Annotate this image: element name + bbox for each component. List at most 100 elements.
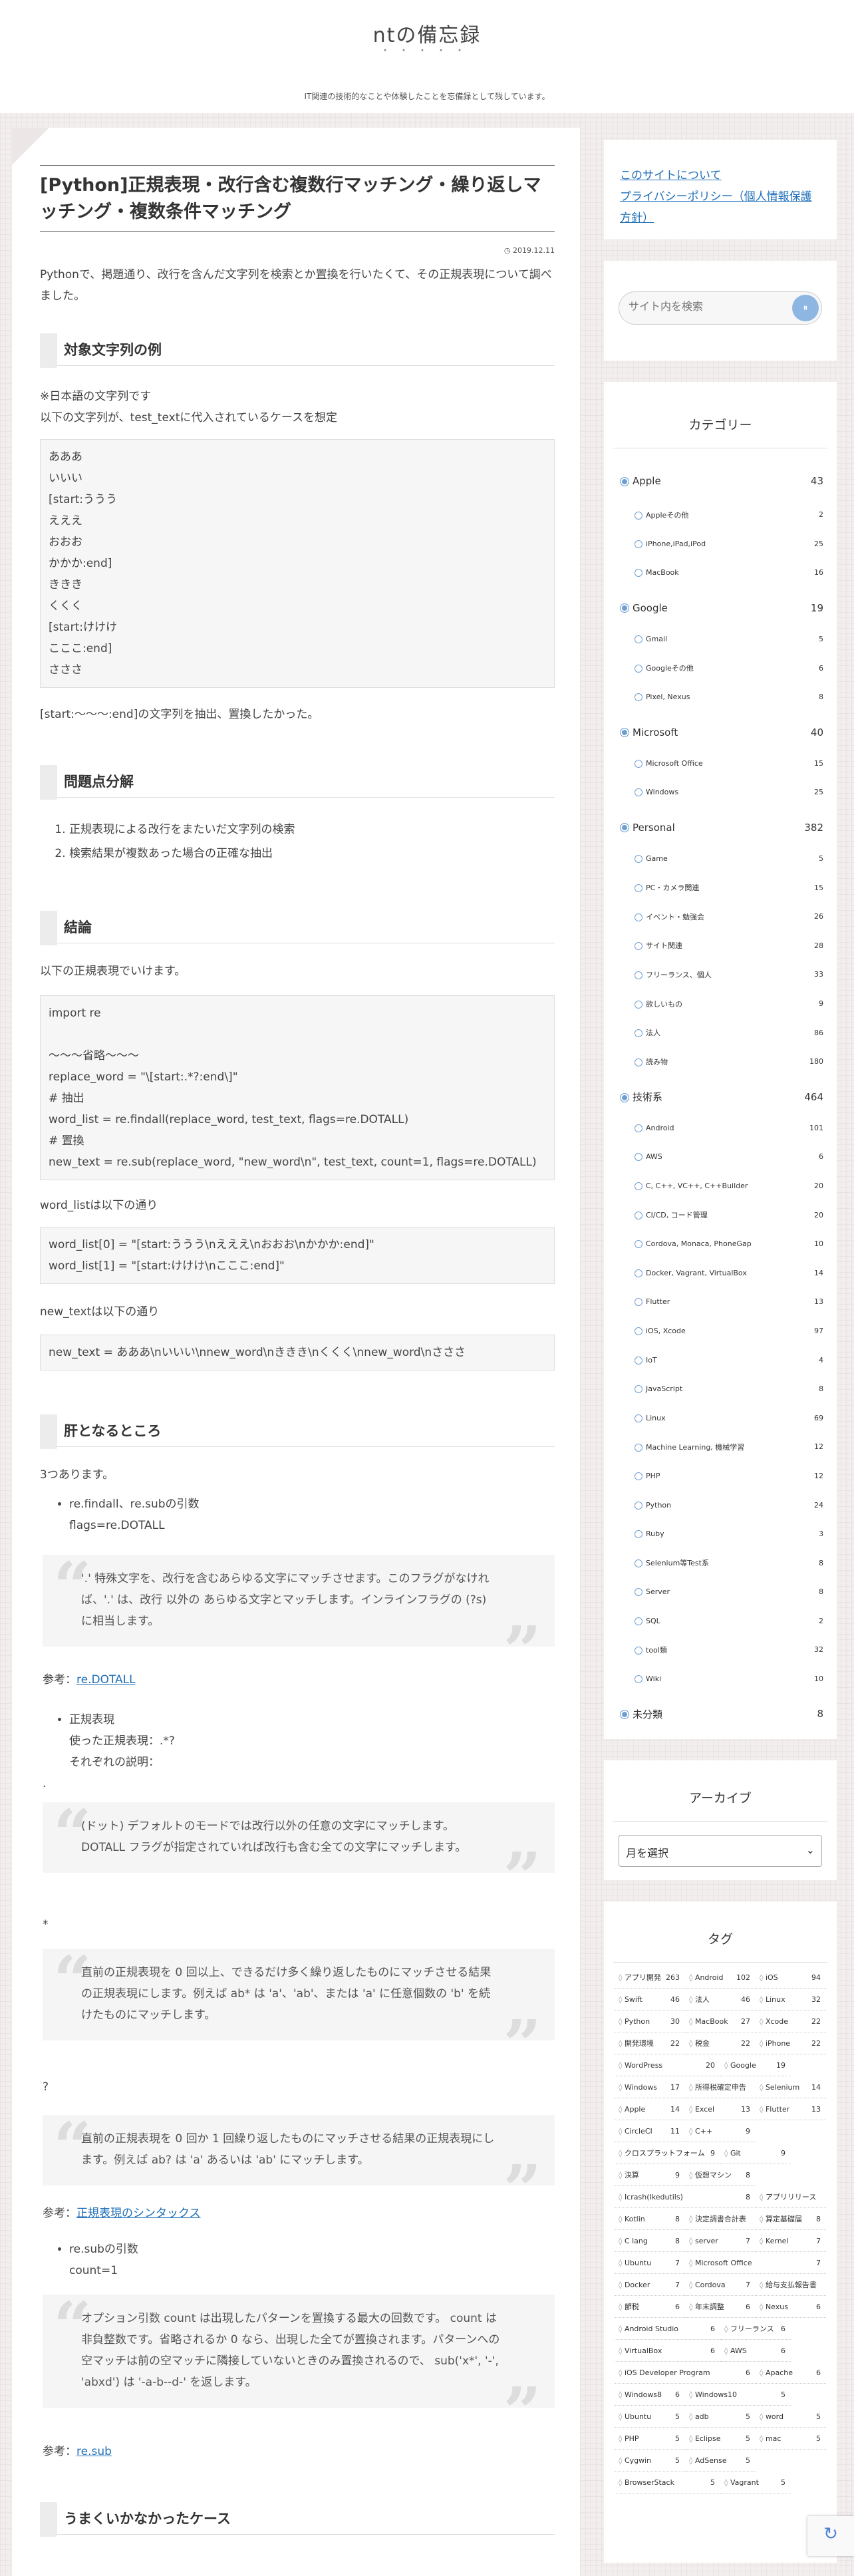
search-button[interactable]: ⏸ [792, 295, 819, 321]
tag-item[interactable]: ◊ server 7 [685, 2230, 756, 2252]
tag-item[interactable]: ◊ Docker 7 [615, 2274, 685, 2296]
tag-item[interactable]: ◊ adb 5 [685, 2406, 756, 2428]
category-item[interactable]: Windows 25 [620, 778, 823, 807]
tag-item[interactable]: ◊ mac 5 [756, 2428, 826, 2450]
tag-item[interactable]: ◊ 法人 46 [685, 1989, 756, 2011]
category-item[interactable]: iOS, Xcode 97 [620, 1317, 823, 1346]
category-item[interactable]: Wiki 10 [620, 1665, 823, 1694]
tag-item[interactable]: ◊ Windows 17 [615, 2076, 685, 2098]
tag-item[interactable]: ◊ 決定調書合計表8 [685, 2208, 756, 2230]
tag-item[interactable]: ◊ Android 102 [685, 1967, 756, 1989]
category-item[interactable]: Linux 69 [620, 1403, 823, 1432]
category-item[interactable]: SQL 2 [620, 1607, 823, 1636]
tag-item[interactable]: ◊ C lang 8 [615, 2230, 685, 2252]
tag-item[interactable]: ◊ PHP 5 [615, 2428, 685, 2450]
category-item[interactable]: Microsoft 40 [620, 716, 823, 749]
search-input[interactable] [629, 300, 788, 313]
tag-item[interactable]: ◊ Icrash(Ikedutils) 8 [615, 2186, 756, 2208]
category-item[interactable]: JavaScript 8 [620, 1374, 823, 1404]
category-item[interactable]: Game 5 [620, 844, 823, 874]
category-item[interactable]: iPhone,iPad,iPod 25 [620, 530, 823, 559]
tag-item[interactable]: ◊ Microsoft Office 7 [685, 2252, 826, 2274]
tag-item[interactable]: ◊ VirtualBox 6 [615, 2340, 720, 2362]
category-item[interactable]: Cordova, Monaca, PhoneGap 10 [620, 1229, 823, 1259]
category-item[interactable]: Ruby 3 [620, 1520, 823, 1549]
reference-link-dotall[interactable]: re.DOTALL [76, 1673, 136, 1687]
tag-item[interactable]: ◊ 算定基礎届 8 [756, 2208, 826, 2230]
category-item[interactable]: C, C++, VC++, C++Builder 20 [620, 1172, 823, 1201]
tag-item[interactable]: ◊ Swift 46 [615, 1989, 685, 2011]
category-item[interactable]: Docker, Vagrant, VirtualBox 14 [620, 1258, 823, 1287]
category-item[interactable]: Selenium等Test系 8 [620, 1548, 823, 1577]
category-item[interactable]: フリーランス、個人 33 [620, 960, 823, 989]
tag-item[interactable]: ◊ Vagrant 5 [720, 2472, 791, 2494]
category-item[interactable]: AWS 6 [620, 1142, 823, 1172]
category-item[interactable]: Machine Learning, 機械学習 12 [620, 1432, 823, 1462]
tag-item[interactable]: ◊ AWS 6 [720, 2340, 791, 2362]
tag-item[interactable]: ◊ Flutter 13 [756, 2098, 826, 2120]
tag-item[interactable]: ◊ Kernel 7 [756, 2230, 826, 2252]
category-item[interactable]: 未分類 8 [620, 1697, 823, 1730]
tag-item[interactable]: ◊ word 5 [756, 2406, 826, 2428]
tag-item[interactable]: ◊ iOS 94 [756, 1967, 826, 1989]
tag-item[interactable]: ◊ 決算 9 [615, 2164, 685, 2186]
category-item[interactable]: tool類 32 [620, 1635, 823, 1665]
tag-item[interactable]: ◊ iOS Developer Program 6 [615, 2362, 756, 2384]
category-item[interactable]: Personal 382 [620, 811, 823, 844]
category-item[interactable]: CI/CD, コード管理 20 [620, 1200, 823, 1229]
category-item[interactable]: Google 19 [620, 591, 823, 625]
category-item[interactable]: Server 8 [620, 1577, 823, 1607]
category-item[interactable]: IoT 4 [620, 1345, 823, 1374]
tag-item[interactable]: ◊ Ubuntu 7 [615, 2252, 685, 2274]
tag-item[interactable]: ◊ Kotlin 8 [615, 2208, 685, 2230]
category-item[interactable]: Gmail 5 [620, 625, 823, 654]
link-about[interactable]: このサイトについて [620, 165, 821, 186]
category-item[interactable]: イベント・勉強会 26 [620, 902, 823, 931]
tag-item[interactable]: ◊ CircleCI 11 [615, 2120, 685, 2142]
archive-select[interactable]: 月を選択 ⌄ [619, 1835, 822, 1867]
category-item[interactable]: Pixel, Nexus 8 [620, 683, 823, 712]
tag-item[interactable]: ◊ Selenium 14 [756, 2076, 826, 2098]
tag-item[interactable]: ◊ C++ 9 [685, 2120, 756, 2142]
tag-item[interactable]: ◊ Android Studio 6 [615, 2318, 720, 2340]
category-item[interactable]: 技術系 464 [620, 1080, 823, 1114]
tag-item[interactable]: ◊ 仮想マシン 8 [685, 2164, 756, 2186]
tag-item[interactable]: ◊ Windows8 6 [615, 2384, 685, 2406]
category-item[interactable]: Apple 43 [620, 462, 823, 500]
tag-item[interactable]: ◊ Nexus 6 [756, 2296, 826, 2318]
link-privacy-policy[interactable]: プライバシーポリシー（個人情報保護方針） [620, 186, 821, 229]
category-item[interactable]: Flutter 13 [620, 1287, 823, 1317]
tag-item[interactable]: ◊ アプリリリース8 [756, 2186, 826, 2208]
category-item[interactable]: サイト関連 28 [620, 931, 823, 961]
tag-item[interactable]: ◊ Git 9 [720, 2142, 791, 2164]
tag-item[interactable]: ◊ Google 19 [720, 2054, 791, 2076]
tag-item[interactable]: ◊ 給与支払報告書7 [756, 2274, 826, 2296]
tag-item[interactable]: ◊ MacBook 27 [685, 2011, 756, 2032]
category-item[interactable]: Microsoft Office 15 [620, 749, 823, 778]
category-item[interactable]: 法人 86 [620, 1018, 823, 1047]
tag-item[interactable]: ◊ クロスプラットフォーム 9 [615, 2142, 720, 2164]
tag-item[interactable]: ◊ 節税 6 [615, 2296, 685, 2318]
tag-item[interactable]: ◊ Xcode 22 [756, 2011, 826, 2032]
tag-item[interactable]: ◊ Excel 13 [685, 2098, 756, 2120]
tag-item[interactable]: ◊ AdSense 5 [685, 2450, 756, 2472]
tag-item[interactable]: ◊ Linux 32 [756, 1989, 826, 2011]
tag-item[interactable]: ◊ フリーランス 6 [720, 2318, 791, 2340]
tag-item[interactable]: ◊ Apache 6 [756, 2362, 826, 2384]
tag-item[interactable]: ◊ 所得税確定申告16 [685, 2076, 756, 2098]
tag-item[interactable]: ◊ 開発環境 22 [615, 2032, 685, 2054]
category-item[interactable]: PC・カメラ関連 15 [620, 873, 823, 902]
category-item[interactable]: 読み物 180 [620, 1047, 823, 1076]
tag-item[interactable]: ◊ Python 30 [615, 2011, 685, 2032]
category-item[interactable]: Android 101 [620, 1114, 823, 1143]
tag-item[interactable]: ◊ Ubuntu 5 [615, 2406, 685, 2428]
category-item[interactable]: MacBook 16 [620, 558, 823, 587]
tag-item[interactable]: ◊ Cygwin 5 [615, 2450, 685, 2472]
tag-item[interactable]: ◊ 年末調整 6 [685, 2296, 756, 2318]
tag-item[interactable]: ◊ Cordova 7 [685, 2274, 756, 2296]
tag-item[interactable]: ◊ Eclipse 5 [685, 2428, 756, 2450]
tag-item[interactable]: ◊ 税金 22 [685, 2032, 756, 2054]
reference-link-re-sub[interactable]: re.sub [76, 2445, 112, 2458]
tag-item[interactable]: ◊ WordPress 20 [615, 2054, 720, 2076]
tag-item[interactable]: ◊ アプリ開発 263 [615, 1967, 685, 1989]
